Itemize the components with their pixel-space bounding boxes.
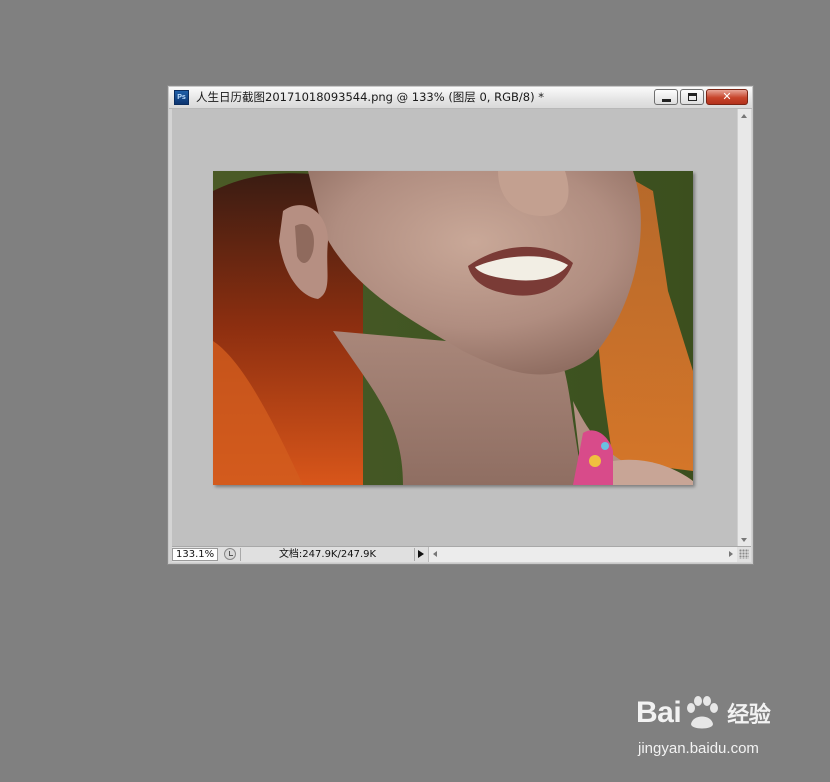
- photoshop-workspace: Ps 人生日历截图20171018093544.png @ 133% (图层 0…: [0, 0, 830, 782]
- baidu-jingyan-watermark: Bai 经验 jingyan.baidu.com: [636, 690, 796, 762]
- scroll-down-arrow-icon[interactable]: [741, 538, 747, 542]
- maximize-button[interactable]: [680, 89, 704, 105]
- title-bar[interactable]: Ps 人生日历截图20171018093544.png @ 133% (图层 0…: [169, 87, 752, 109]
- close-icon: ✕: [722, 90, 732, 103]
- photoshop-app-icon: Ps: [174, 90, 189, 105]
- canvas-area[interactable]: [172, 109, 737, 546]
- zoom-level-field[interactable]: 133.1%: [172, 548, 218, 561]
- watermark-brand-right: 经验: [727, 703, 771, 728]
- watermark-brand-left: Bai: [636, 696, 682, 729]
- scroll-up-arrow-icon[interactable]: [741, 114, 747, 118]
- document-window[interactable]: Ps 人生日历截图20171018093544.png @ 133% (图层 0…: [167, 85, 754, 565]
- watermark-brand: Bai 经验: [636, 696, 771, 730]
- scroll-left-arrow-icon[interactable]: [433, 551, 437, 557]
- document-image[interactable]: [213, 171, 693, 485]
- document-size-info: 文档:247.9K/247.9K: [240, 548, 415, 561]
- scroll-right-arrow-icon[interactable]: [729, 551, 733, 557]
- maximize-icon: [688, 93, 697, 101]
- minimize-button[interactable]: [654, 89, 678, 105]
- status-menu-arrow-icon[interactable]: [418, 550, 424, 558]
- status-bar: 133.1% 文档:247.9K/247.9K: [172, 546, 751, 562]
- window-title: 人生日历截图20171018093544.png @ 133% (图层 0, R…: [196, 90, 544, 104]
- horizontal-scrollbar[interactable]: [428, 547, 737, 562]
- close-button[interactable]: ✕: [706, 89, 748, 105]
- vertical-scrollbar[interactable]: [737, 109, 751, 546]
- window-controls: ✕: [654, 89, 748, 105]
- photo-render: [213, 171, 693, 485]
- paw-logo-icon: [683, 696, 721, 730]
- minimize-icon: [662, 99, 671, 102]
- resize-grip-icon[interactable]: [739, 549, 749, 559]
- info-clock-icon[interactable]: [224, 548, 236, 560]
- watermark-url: jingyan.baidu.com: [638, 740, 759, 757]
